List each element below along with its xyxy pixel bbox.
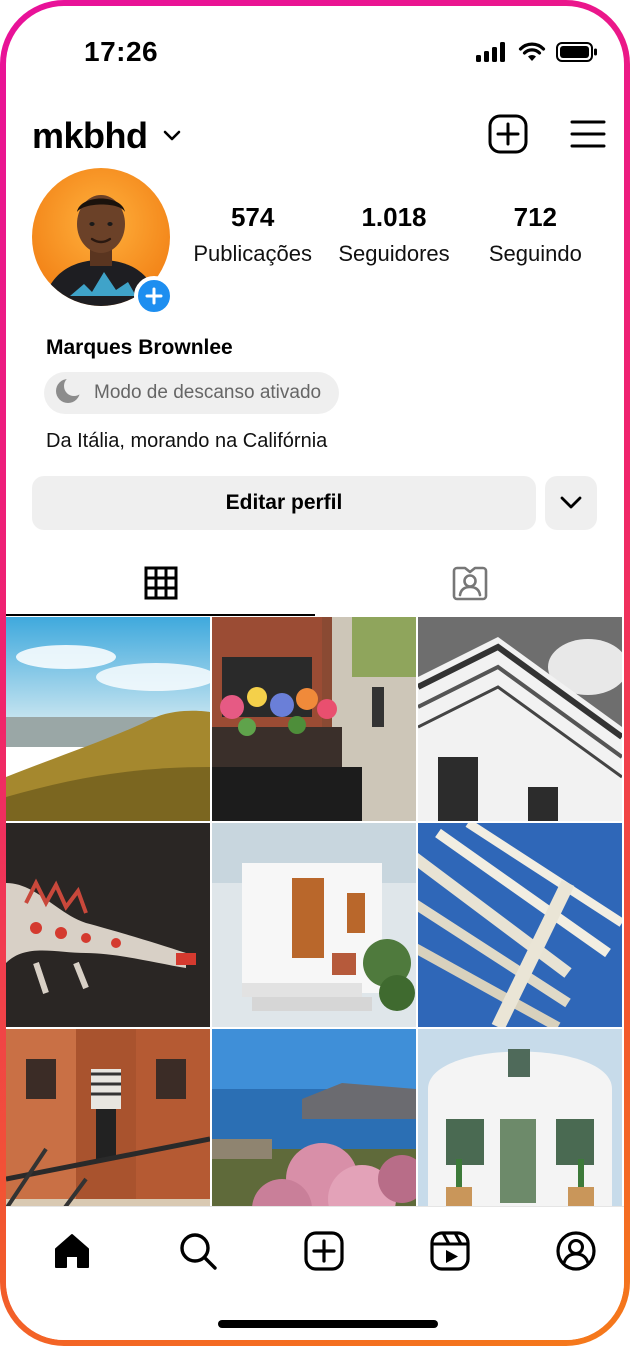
profile-header: mkbhd — [32, 110, 606, 162]
status-bar: 17:26 — [6, 6, 624, 86]
home-icon — [55, 1234, 89, 1268]
post-tile[interactable] — [6, 617, 210, 821]
edit-profile-button[interactable]: Editar perfil — [32, 476, 536, 530]
chevron-down-icon[interactable] — [162, 129, 182, 148]
profile-bio: Da Itália, morando na Califórnia — [46, 430, 328, 452]
suggestions-toggle-button[interactable] — [545, 476, 597, 530]
post-tile[interactable] — [6, 1029, 210, 1233]
screen: 17:26 mkbhd 574 Publicações 1.018 Seguid… — [6, 6, 624, 1340]
stat-value: 574 — [230, 202, 275, 232]
post-tile[interactable] — [212, 823, 416, 1027]
nav-profile[interactable] — [552, 1227, 600, 1275]
plus-icon — [145, 287, 163, 305]
stat-following[interactable]: 712 Seguindo — [465, 202, 606, 267]
tab-tagged[interactable] — [315, 550, 624, 616]
post-tile[interactable] — [418, 617, 622, 821]
wifi-icon — [518, 42, 546, 67]
battery-icon — [556, 42, 598, 67]
profile-avatar[interactable] — [32, 168, 174, 316]
nav-create[interactable] — [300, 1227, 348, 1275]
rest-mode-label: Modo de descanso ativado — [94, 382, 322, 403]
post-tile[interactable] — [418, 1029, 622, 1233]
grid-icon — [144, 566, 177, 600]
status-time: 17:26 — [84, 36, 159, 67]
profile-tabs — [6, 550, 624, 616]
username-switcher[interactable]: mkbhd — [32, 115, 148, 157]
device-frame: 17:26 mkbhd 574 Publicações 1.018 Seguid… — [0, 0, 630, 1346]
tagged-icon — [452, 566, 487, 601]
posts-grid — [6, 617, 624, 1233]
nav-reels[interactable] — [426, 1227, 474, 1275]
profile-stats: 574 Publicações 1.018 Seguidores 712 Seg… — [182, 202, 606, 267]
stat-posts[interactable]: 574 Publicações — [182, 202, 323, 267]
stat-followers[interactable]: 1.018 Seguidores — [323, 202, 464, 267]
signal-icon — [476, 42, 508, 67]
post-tile[interactable] — [212, 617, 416, 821]
profile-name: Marques Brownlee — [46, 336, 233, 359]
reels-icon — [430, 1231, 470, 1271]
search-icon — [180, 1233, 217, 1270]
chevron-down-icon — [560, 496, 582, 509]
header-actions — [488, 114, 606, 159]
stat-label: Publicações — [193, 241, 312, 266]
status-icons — [476, 42, 598, 67]
add-story-button[interactable] — [134, 276, 174, 316]
new-post-icon[interactable] — [488, 114, 528, 159]
post-tile[interactable] — [6, 823, 210, 1027]
stat-value: 1.018 — [361, 202, 427, 232]
rest-mode-badge[interactable]: Modo de descanso ativado — [44, 372, 340, 414]
nav-home[interactable] — [48, 1227, 96, 1275]
post-tile[interactable] — [212, 1029, 416, 1233]
tab-posts-grid[interactable] — [6, 550, 315, 616]
home-indicator[interactable] — [218, 1320, 438, 1328]
stat-label: Seguindo — [488, 241, 582, 266]
nav-search[interactable] — [174, 1227, 222, 1275]
post-tile[interactable] — [418, 823, 622, 1027]
profile-icon — [556, 1231, 596, 1271]
stat-label: Seguidores — [338, 241, 450, 266]
menu-icon[interactable] — [570, 119, 606, 154]
moon-icon — [54, 375, 84, 410]
create-icon — [304, 1231, 344, 1271]
stat-value: 712 — [513, 202, 558, 232]
